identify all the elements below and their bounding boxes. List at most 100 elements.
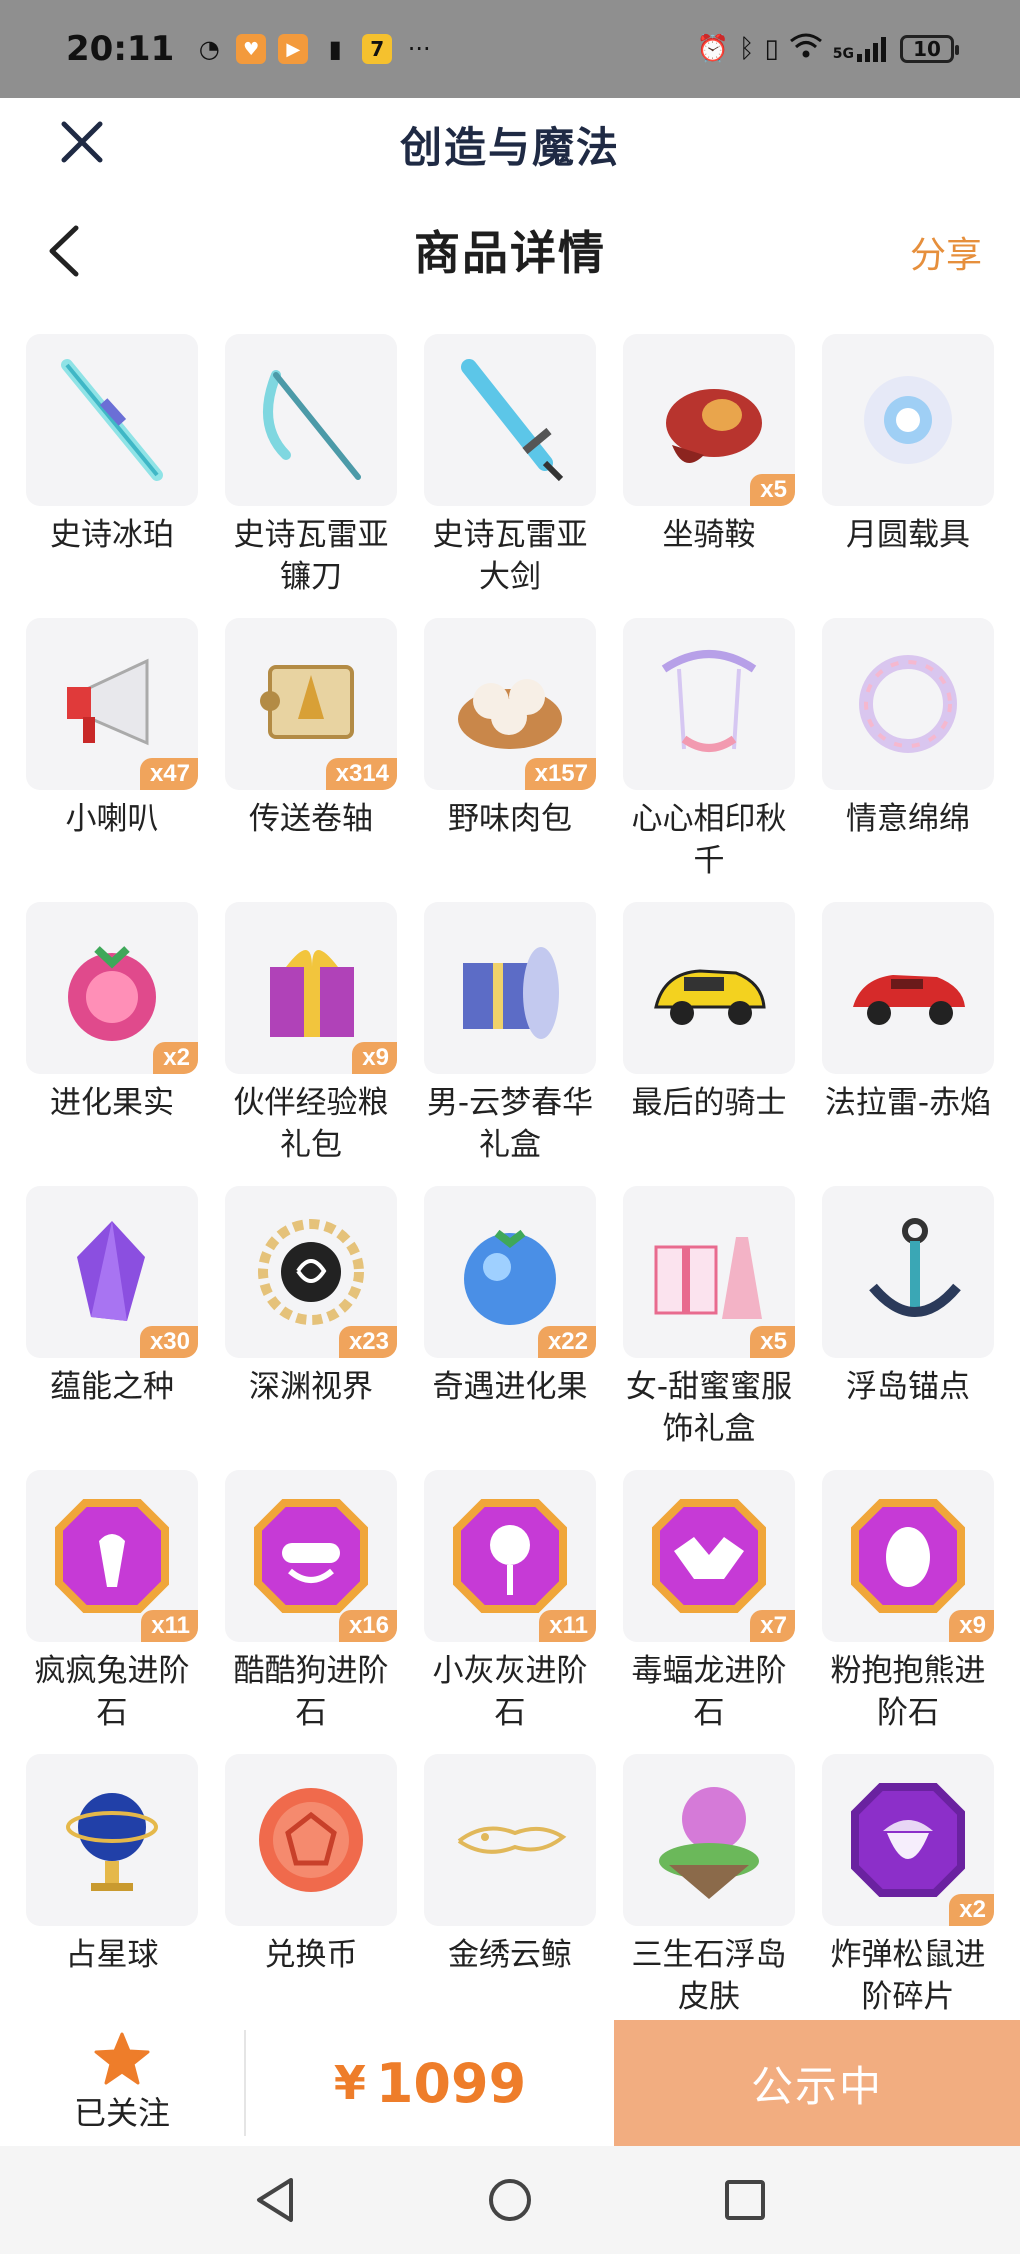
item-card[interactable]: x314 传送卷轴 [225,618,397,880]
item-thumbnail [26,1754,198,1926]
item-card[interactable]: 占星球 [26,1754,198,2016]
quantity-badge: x5 [750,474,795,506]
item-thumbnail [822,1186,994,1358]
follow-button[interactable]: 已关注 [0,2020,244,2146]
quantity-badge: x11 [141,1610,198,1642]
star-icon [94,2032,150,2085]
scythe-icon [263,370,361,480]
page-header: 商品详情 分享 [0,200,1020,300]
vibrate-icon: ▯ [764,34,779,64]
item-thumbnail [623,1754,795,1926]
item-card[interactable]: 三生石浮岛皮肤 [623,1754,795,2016]
item-card[interactable]: x2 进化果实 [26,902,198,1164]
item-name: 坐骑鞍 [662,517,756,553]
nav-back-button[interactable] [245,2170,305,2230]
item-card[interactable]: x22 奇遇进化果 [424,1186,596,1448]
yellow-car-icon [654,969,766,1025]
item-thumbnail [225,334,397,506]
status-right-group: ⏰ ᛒ ▯ 5G 10 [696,32,959,67]
item-name: 情意绵绵 [846,801,970,837]
item-card[interactable]: x47 小喇叭 [26,618,198,880]
back-button[interactable] [44,224,84,278]
item-card[interactable]: 最后的骑士 [623,902,795,1164]
app-title: 创造与魔法 [399,122,620,172]
item-card[interactable]: 浮岛锚点 [822,1186,994,1448]
moon-vehicle-icon [864,376,952,464]
item-name: 毒蝠龙进阶石 [631,1653,787,1731]
ice-sword-icon [61,359,163,481]
bat-gem-icon [652,1499,766,1613]
item-thumbnail: x9 [822,1470,994,1642]
nav-home-button[interactable] [480,2170,540,2230]
item-name: 小喇叭 [65,801,159,837]
item-thumbnail: x23 [225,1186,397,1358]
acorn-gem-icon [851,1783,965,1897]
item-name: 炸弹松鼠进阶碎片 [830,1937,986,2015]
golden-whale-icon [457,1826,567,1854]
item-card[interactable]: 男-云梦春华礼盒 [424,902,596,1164]
close-button[interactable] [56,112,112,172]
more-dots-icon: ··· [407,35,431,63]
item-card[interactable]: x30 蕴能之种 [26,1186,198,1448]
item-card[interactable]: 心心相印秋千 [623,618,795,880]
quantity-badge: x16 [338,1610,397,1642]
quantity-badge: x11 [539,1610,596,1642]
berry-icon [68,946,156,1041]
timer-icon: ◔ [198,35,220,63]
item-card[interactable]: x16 酷酷狗进阶石 [225,1470,397,1732]
item-thumbnail [822,902,994,1074]
item-name: 史诗冰珀 [50,517,174,553]
quantity-badge: x22 [537,1326,596,1358]
item-thumbnail: x11 [26,1470,198,1642]
item-card[interactable]: x157 野味肉包 [424,618,596,880]
item-card[interactable]: x11 疯疯兔进阶石 [26,1470,198,1732]
item-card[interactable]: 情意绵绵 [822,618,994,880]
item-card[interactable]: 史诗冰珀 [26,334,198,596]
status-button[interactable]: 公示中 [614,2020,1020,2146]
quantity-badge: x7 [750,1610,795,1642]
item-thumbnail: x157 [424,618,596,790]
share-link[interactable]: 分享 [910,226,982,278]
item-card[interactable]: x11 小灰灰进阶石 [424,1470,596,1732]
item-card[interactable]: 史诗瓦雷亚大剑 [424,334,596,596]
item-card[interactable]: 月圆载具 [822,334,994,596]
item-thumbnail: x7 [623,1470,795,1642]
item-card[interactable]: x2 炸弹松鼠进阶碎片 [822,1754,994,2016]
item-card[interactable]: 兑换币 [225,1754,397,2016]
item-card[interactable]: 史诗瓦雷亚镰刀 [225,334,397,596]
item-thumbnail [424,334,596,506]
rabbit-gem-icon [55,1499,169,1613]
item-name: 三生石浮岛皮肤 [631,1937,787,2015]
item-card[interactable]: x5 坐骑鞍 [623,334,795,596]
app-bar: 创造与魔法 [0,98,1020,190]
abyss-sun-icon [258,1219,364,1325]
item-card[interactable]: x5 女-甜蜜蜜服饰礼盒 [623,1186,795,1448]
item-card[interactable]: x9 粉抱抱熊进阶石 [822,1470,994,1732]
item-thumbnail [424,1754,596,1926]
quantity-badge: x9 [352,1042,397,1074]
red-car-icon [853,975,965,1025]
system-nav-bar [0,2146,1020,2254]
item-thumbnail: x22 [424,1186,596,1358]
close-icon [61,121,103,163]
nav-recents-button[interactable] [715,2170,775,2230]
egg-gem-icon [851,1499,965,1613]
circle-home-icon [489,2179,531,2221]
swing-icon [661,650,757,752]
item-thumbnail [225,1754,397,1926]
item-name: 粉抱抱熊进阶石 [830,1653,986,1731]
item-card[interactable]: x9 伙伴经验粮礼包 [225,902,397,1164]
item-card[interactable]: x23 深渊视界 [225,1186,397,1448]
quantity-badge: x5 [750,1326,795,1358]
item-card[interactable]: 法拉雷-赤焰 [822,902,994,1164]
item-name: 心心相印秋千 [631,801,787,879]
item-name: 进化果实 [50,1085,174,1121]
item-name: 疯疯兔进阶石 [34,1653,190,1731]
item-thumbnail: x9 [225,902,397,1074]
item-name: 男-云梦春华礼盒 [426,1085,594,1163]
video-app-icon: ▶ [278,34,309,64]
item-thumbnail [822,334,994,506]
item-card[interactable]: 金绣云鲸 [424,1754,596,2016]
item-card[interactable]: x7 毒蝠龙进阶石 [623,1470,795,1732]
status-bar: 20:11 ◔ ♥ ▶ ▮ 7 ··· ⏰ ᛒ ▯ 5G 10 [0,0,1020,98]
